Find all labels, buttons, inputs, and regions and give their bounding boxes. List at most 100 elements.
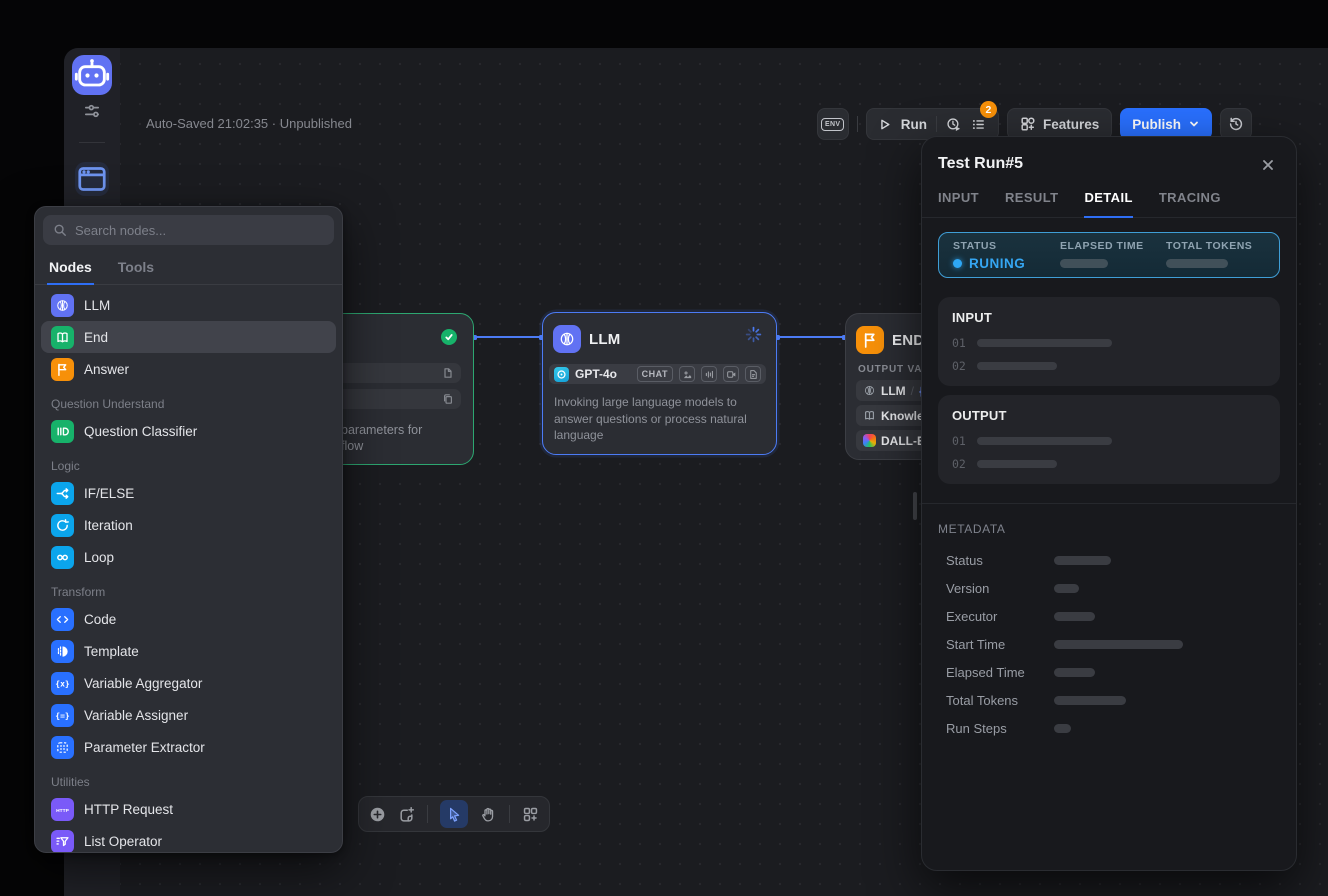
openai-icon — [554, 367, 569, 382]
book-icon — [863, 409, 876, 422]
edge-llm-to-end — [777, 336, 845, 338]
node-item-llm[interactable]: LLM — [41, 289, 336, 321]
close-icon[interactable] — [1260, 157, 1276, 173]
node-item-variable-assigner[interactable]: {=}Variable Assigner — [41, 699, 336, 731]
llm-node[interactable]: LLM GPT-4o CHAT Invoking large language … — [542, 312, 777, 455]
loading-spinner-icon — [745, 326, 762, 343]
audio-icon — [704, 369, 715, 380]
code-icon — [51, 608, 74, 631]
param-icon — [51, 736, 74, 759]
total-tokens-label: TOTAL TOKENS — [1166, 240, 1252, 252]
document-icon — [442, 367, 454, 379]
window-icon — [75, 162, 109, 196]
env-icon: ENV — [821, 118, 844, 131]
panel-divider — [922, 503, 1296, 504]
chevron-down-icon — [1188, 118, 1200, 130]
dalle-icon — [863, 434, 876, 447]
metadata-row-run-steps: Run Steps — [938, 714, 1280, 742]
value-skeleton — [977, 437, 1112, 445]
template-icon — [51, 640, 74, 663]
app-logo[interactable] — [72, 55, 112, 95]
line-number: 01 — [952, 434, 966, 448]
infinity-icon — [51, 546, 74, 569]
node-item-label: Code — [84, 612, 116, 627]
hand-mode-button[interactable] — [480, 806, 497, 823]
end-node-title: END — [892, 332, 924, 349]
node-item-loop[interactable]: Loop — [41, 541, 336, 573]
skeleton-row: 02 — [952, 457, 1266, 471]
tab-result[interactable]: RESULT — [1005, 190, 1058, 218]
success-check-icon — [441, 329, 457, 345]
run-group-separator — [936, 116, 937, 132]
edge-start-to-llm — [474, 336, 542, 338]
http-icon: HTTP — [51, 798, 74, 821]
node-item-label: LLM — [84, 298, 110, 313]
video-icon — [726, 369, 737, 380]
env-button[interactable]: ENV — [817, 108, 849, 140]
tab-input[interactable]: INPUT — [938, 190, 979, 218]
run-history-icon[interactable] — [946, 116, 962, 132]
metadata-row-elapsed-time: Elapsed Time — [938, 658, 1280, 686]
svg-text:HTTP: HTTP — [56, 807, 69, 813]
tab-tools[interactable]: Tools — [116, 253, 156, 285]
node-item-parameter-extractor[interactable]: Parameter Extractor — [41, 731, 336, 763]
node-item-http-request[interactable]: HTTPHTTP Request — [41, 793, 336, 825]
value-skeleton — [1054, 584, 1079, 593]
node-item-label: Variable Assigner — [84, 708, 188, 723]
node-item-list-operator[interactable]: List Operator — [41, 825, 336, 853]
status-card: STATUS RUNING ELAPSED TIME TOTAL TOKENS — [938, 232, 1280, 278]
node-item-label: End — [84, 330, 108, 345]
node-item-question-classifier[interactable]: Question Classifier — [41, 415, 336, 447]
total-tokens-skeleton — [1166, 259, 1228, 268]
value-skeleton — [1054, 724, 1071, 733]
model-selector[interactable]: GPT-4o CHAT — [549, 364, 766, 384]
model-name: GPT-4o — [575, 367, 631, 381]
node-item-end[interactable]: End — [41, 321, 336, 353]
canvas-scrollbar[interactable] — [913, 492, 917, 520]
robot-icon — [72, 55, 112, 95]
node-item-code[interactable]: Code — [41, 603, 336, 635]
metadata-label: Version — [946, 581, 1054, 596]
run-button[interactable]: Run — [901, 117, 927, 132]
classifier-icon — [51, 420, 74, 443]
node-item-iteration[interactable]: Iteration — [41, 509, 336, 541]
pointer-mode-button[interactable] — [440, 800, 468, 828]
section-header-logic: Logic — [35, 447, 342, 477]
node-item-label: Parameter Extractor — [84, 740, 205, 755]
workflow-settings-icon[interactable] — [83, 102, 101, 120]
node-item-template[interactable]: Template — [41, 635, 336, 667]
add-node-button[interactable] — [369, 806, 386, 823]
model-icon — [51, 294, 74, 317]
status-value: RUNING — [969, 256, 1025, 271]
metadata-row-start-time: Start Time — [938, 630, 1280, 658]
checklist-icon[interactable] — [971, 116, 987, 132]
value-skeleton — [1054, 612, 1095, 621]
organize-nodes-button[interactable] — [522, 806, 539, 823]
value-skeleton — [1054, 640, 1183, 649]
model-icon — [863, 384, 876, 397]
svg-text:{x}: {x} — [55, 679, 70, 688]
node-item-if-else[interactable]: IF/ELSE — [41, 477, 336, 509]
play-icon[interactable] — [878, 117, 892, 131]
toolbar-separator — [509, 805, 510, 823]
line-number: 01 — [952, 336, 966, 350]
node-item-variable-aggregator[interactable]: {x}Variable Aggregator — [41, 667, 336, 699]
publish-label: Publish — [1132, 117, 1181, 132]
toolbar-separator — [427, 805, 428, 823]
node-item-answer[interactable]: Answer — [41, 353, 336, 385]
tab-tracing[interactable]: TRACING — [1159, 190, 1221, 218]
autosave-status: Auto-Saved 21:02:35 · Unpublished — [146, 116, 352, 131]
metadata-label: Elapsed Time — [946, 665, 1054, 680]
metadata-label: Executor — [946, 609, 1054, 624]
preview-panel-button[interactable] — [75, 162, 109, 196]
add-note-button[interactable] — [398, 806, 415, 823]
tab-detail[interactable]: DETAIL — [1084, 190, 1132, 218]
rail-divider — [79, 142, 105, 143]
book-icon — [51, 326, 74, 349]
tab-nodes[interactable]: Nodes — [47, 253, 94, 285]
documents-icon — [442, 393, 454, 405]
search-input[interactable]: Search nodes... — [43, 215, 334, 245]
metadata-label: Status — [946, 553, 1054, 568]
features-label: Features — [1043, 117, 1099, 132]
audio-capability-icon — [701, 366, 717, 382]
